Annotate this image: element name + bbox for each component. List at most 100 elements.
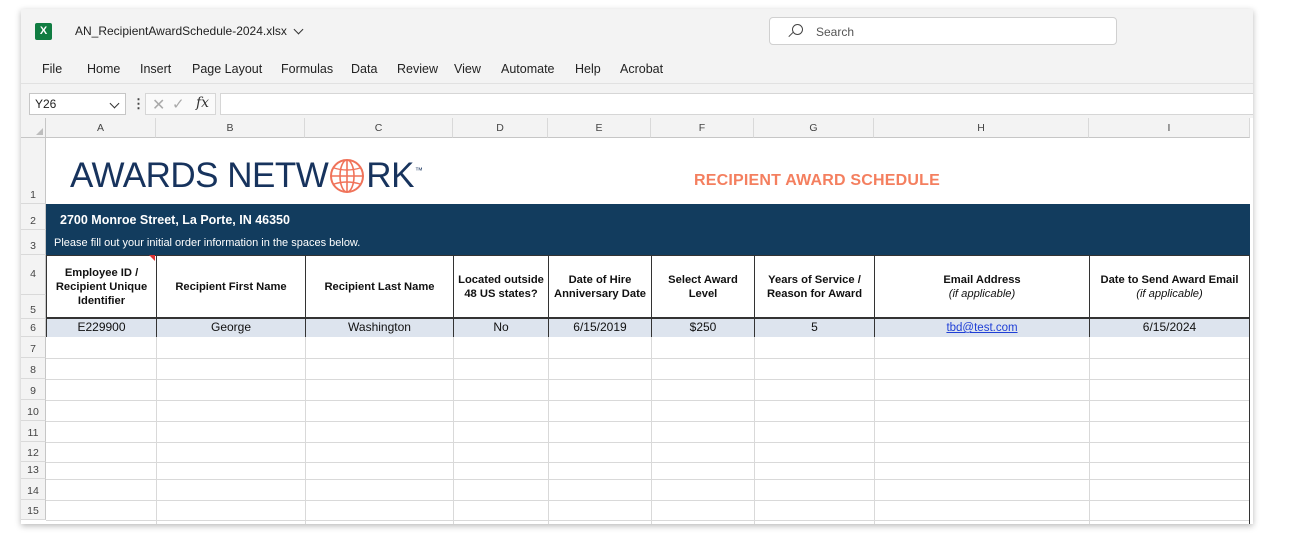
row-number: 1 [30, 189, 36, 201]
logo-text-left: AWARDS NETW [70, 156, 329, 195]
column-gridline [453, 337, 454, 524]
comment-indicator[interactable] [149, 255, 155, 261]
row-header-14[interactable]: 14 [21, 479, 46, 500]
column-header-c[interactable]: C [305, 118, 453, 138]
header-award-level[interactable]: Select Award Level [651, 255, 754, 319]
row-number: 8 [30, 364, 36, 376]
cell-email-address[interactable]: tbd@test.com [874, 319, 1089, 337]
email-link[interactable]: tbd@test.com [946, 322, 1017, 334]
header-line: Identifier [77, 294, 126, 307]
column-header-a[interactable]: A [46, 118, 156, 138]
header-employee-id[interactable]: Employee ID / Recipient Unique Identifie… [46, 255, 156, 319]
row-gridline [46, 520, 1250, 521]
cell-award-level[interactable]: $250 [651, 319, 754, 337]
search-box[interactable]: Search [769, 17, 1117, 45]
header-hire-date[interactable]: Date of Hire Anniversary Date [548, 255, 651, 319]
row-gridline [46, 400, 1250, 401]
column-gridline [156, 337, 157, 524]
row-header-2[interactable]: 2 [21, 204, 46, 230]
chevron-down-icon [293, 24, 304, 34]
header-subtext: (if applicable) [948, 287, 1016, 300]
header-subtext: (if applicable) [1136, 287, 1203, 300]
header-last-name[interactable]: Recipient Last Name [305, 255, 453, 319]
tab-help[interactable]: Help [575, 62, 601, 76]
tab-file[interactable]: File [42, 62, 62, 76]
worksheet-grid[interactable]: A B C D E F G H I 1 2 3 4 5 6 7 8 9 10 1… [21, 118, 1253, 524]
excel-app-icon: X [35, 23, 52, 40]
column-header-i[interactable]: I [1089, 118, 1250, 138]
cell-employee-id[interactable]: E229900 [46, 319, 156, 337]
file-name-dropdown[interactable]: AN_RecipientAwardSchedule-2024.xlsx [75, 24, 304, 38]
name-box[interactable]: Y26 [29, 93, 126, 115]
row-header-12[interactable]: 12 [21, 442, 46, 462]
tab-review[interactable]: Review [397, 62, 438, 76]
header-line: 48 US states? [464, 287, 538, 300]
tab-page-layout[interactable]: Page Layout [192, 62, 262, 76]
search-icon [792, 24, 803, 35]
ribbon-tabs: File Home Insert Page Layout Formulas Da… [21, 55, 1253, 83]
column-header-h[interactable]: H [874, 118, 1089, 138]
row-header-1[interactable]: 1 [21, 138, 46, 204]
column-gridline [1089, 337, 1090, 524]
tab-automate[interactable]: Automate [501, 62, 555, 76]
row-header-13[interactable]: 13 [21, 462, 46, 479]
column-header-g[interactable]: G [754, 118, 874, 138]
chevron-down-icon[interactable] [109, 98, 120, 109]
header-located-outside[interactable]: Located outside 48 US states? [453, 255, 548, 319]
header-line: Reason for Award [766, 287, 863, 300]
awards-network-logo: AWARDS NETW RK ™ [70, 156, 423, 196]
cell-hire-date[interactable]: 6/15/2019 [548, 319, 651, 337]
row-header-9[interactable]: 9 [21, 379, 46, 400]
header-line: Employee ID / [64, 266, 139, 279]
enter-check-icon[interactable]: ✓ [172, 95, 185, 113]
row-gridline [46, 442, 1250, 443]
tab-acrobat[interactable]: Acrobat [620, 62, 663, 76]
formula-input[interactable] [220, 93, 1253, 115]
row-header-8[interactable]: 8 [21, 358, 46, 379]
header-line: Select Award [668, 273, 738, 286]
header-send-date[interactable]: Date to Send Award Email (if applicable) [1089, 255, 1250, 319]
row-number: 3 [30, 240, 36, 252]
column-gridline [548, 337, 549, 524]
header-line: Recipient First Name [175, 280, 287, 293]
row-header-3[interactable]: 3 [21, 230, 46, 255]
row-number: 11 [27, 427, 39, 439]
tab-home[interactable]: Home [87, 62, 120, 76]
cell-first-name[interactable]: George [156, 319, 305, 337]
header-line: Anniversary Date [553, 287, 647, 300]
cell-send-date[interactable]: 6/15/2024 [1089, 319, 1250, 337]
cell-last-name[interactable]: Washington [305, 319, 453, 337]
column-gridline [651, 337, 652, 524]
row-header-10[interactable]: 10 [21, 400, 46, 421]
row-number: 7 [30, 343, 36, 355]
column-header-e[interactable]: E [548, 118, 651, 138]
header-years-of-service[interactable]: Years of Service / Reason for Award [754, 255, 874, 319]
row-header-11[interactable]: 11 [21, 421, 46, 442]
cell-located-outside[interactable]: No [453, 319, 548, 337]
trademark-symbol: ™ [414, 165, 423, 175]
tab-insert[interactable]: Insert [140, 62, 171, 76]
cancel-icon[interactable]: ✕ [152, 95, 165, 115]
header-line: Email Address [943, 273, 1021, 286]
header-line: Years of Service / [768, 273, 861, 286]
header-email-address[interactable]: Email Address (if applicable) [874, 255, 1089, 319]
tab-data[interactable]: Data [351, 62, 377, 76]
insert-function-icon[interactable]: fx [196, 95, 209, 111]
row-header-6[interactable]: 6 [21, 319, 46, 337]
column-border-right [1249, 337, 1250, 524]
more-options-icon[interactable]: ⋮ [132, 96, 145, 112]
column-header-d[interactable]: D [453, 118, 548, 138]
row-number: 5 [30, 304, 36, 316]
row-header-5[interactable]: 5 [21, 295, 46, 319]
cell-years-of-service[interactable]: 5 [754, 319, 874, 337]
row-header-4[interactable]: 4 [21, 255, 46, 295]
tab-formulas[interactable]: Formulas [281, 62, 333, 76]
row-header-15[interactable]: 15 [21, 500, 46, 520]
column-header-b[interactable]: B [156, 118, 305, 138]
select-all-corner[interactable] [21, 118, 46, 138]
column-header-f[interactable]: F [651, 118, 754, 138]
row-header-7[interactable]: 7 [21, 337, 46, 358]
tab-view[interactable]: View [454, 62, 481, 76]
column-gridline [754, 337, 755, 524]
header-first-name[interactable]: Recipient First Name [156, 255, 305, 319]
